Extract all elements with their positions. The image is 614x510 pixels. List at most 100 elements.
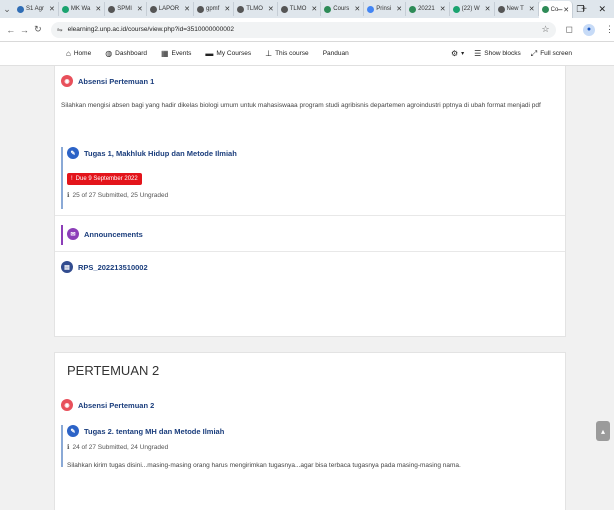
window-controls: – ❐ ✕ (557, 0, 614, 18)
site-info-icon[interactable]: ⇋ (57, 26, 63, 34)
nav-this-course[interactable]: ⊥ This course (265, 49, 309, 58)
tab-favicon-icon (237, 5, 245, 13)
activity-description: Silahkan mengisi absen bagi yang hadir d… (61, 102, 541, 109)
activity-absensi-1: ◉ Absensi Pertemuan 1 Silahkan mengisi ab… (61, 75, 561, 112)
tab-favicon-icon (452, 5, 460, 13)
full-screen-button[interactable]: ⤢ Full screen (531, 49, 572, 59)
tab-label: MK Wa (70, 6, 91, 12)
url-text: elearning2.unp.ac.id/course/view.php?id=… (67, 26, 235, 33)
restore-icon[interactable]: ❐ (576, 4, 584, 15)
tab-favicon-icon (541, 6, 549, 13)
forward-icon[interactable]: → (18, 25, 32, 35)
browser-menu-icon[interactable]: ⋮ (605, 24, 614, 35)
forum-icon: ✉ (67, 228, 79, 240)
nav-events-label: Events (171, 50, 192, 57)
divider (55, 251, 565, 252)
tab-label: New T (506, 6, 524, 12)
due-date-label: Due 9 September 2022 (75, 176, 138, 182)
activity-title-label: RPS_202213510002 (78, 262, 148, 272)
tab-close-icon[interactable]: ✕ (529, 5, 535, 13)
browser-tab[interactable]: 20221 ✕ (406, 2, 450, 16)
activity-title-link[interactable]: ◉ Absensi Pertemuan 2 (61, 399, 561, 411)
browser-tab[interactable]: S1 Agr ✕ (14, 2, 59, 16)
info-icon: ℹ (67, 444, 70, 451)
tab-close-icon[interactable]: ✕ (396, 5, 402, 13)
browser-tab[interactable]: (22) W ✕ (450, 2, 495, 16)
settings-menu[interactable]: ⚙ ▾ (451, 49, 464, 58)
extensions-icon[interactable]: ◻ (566, 24, 573, 35)
profile-avatar[interactable]: ● (583, 23, 595, 36)
browser-tab[interactable]: Cours ✕ (321, 2, 365, 16)
show-blocks-button[interactable]: ☰ Show blocks (474, 49, 521, 58)
sitemap-icon: ⊥ (265, 49, 273, 58)
activity-title-label: Tugas 1, Makhluk Hidup dan Metode Ilmiah (84, 148, 237, 158)
back-icon[interactable]: ← (4, 25, 18, 35)
activity-description: Silahkan kirim tugas disini...masing-mas… (67, 462, 461, 469)
activity-title-label: Absensi Pertemuan 2 (78, 400, 155, 410)
tab-close-icon[interactable]: ✕ (184, 5, 190, 13)
tab-close-icon[interactable]: ✕ (137, 5, 143, 13)
tab-label: 20221 (418, 6, 435, 12)
full-screen-label: Full screen (540, 50, 572, 57)
due-date-badge: ! Due 9 September 2022 (67, 173, 142, 185)
minimize-icon[interactable]: – (557, 4, 562, 14)
browser-tab[interactable]: TLMO ✕ (278, 2, 322, 16)
tab-favicon-icon (497, 5, 505, 13)
browser-tab[interactable]: Prinsi ✕ (364, 2, 407, 16)
tab-favicon-icon (17, 5, 24, 13)
gear-icon: ⚙ (450, 49, 459, 58)
reload-icon[interactable]: ↻ (31, 24, 45, 35)
browser-tab[interactable]: MK Wa ✕ (59, 2, 106, 16)
tab-close-icon[interactable]: ✕ (268, 5, 274, 13)
browser-tab[interactable]: SPMI ✕ (105, 2, 147, 16)
browser-tab-strip: ⌄ S1 Agr ✕ MK Wa ✕ SPMI ✕ LAPOR ✕ gpmf ✕ TLMO ✕ TLMO… (0, 0, 614, 18)
tab-label: TLMO (246, 6, 263, 12)
nav-home[interactable]: ⌂ Home (66, 49, 91, 58)
browser-tab[interactable]: gpmf ✕ (194, 2, 235, 16)
activity-tugas-2: ✎ Tugas 2. tentang MH dan Metode Ilmiah ℹ… (61, 425, 561, 469)
tab-label: LAPOR (158, 6, 180, 12)
close-window-icon[interactable]: ✕ (598, 4, 606, 15)
tab-close-icon[interactable]: ✕ (354, 5, 360, 13)
nav-events[interactable]: ▦ Events (161, 49, 191, 58)
course-section-1: ◉ Absensi Pertemuan 1 Silahkan mengisi ab… (54, 66, 566, 337)
tab-close-icon[interactable]: ✕ (311, 5, 317, 13)
browser-tab[interactable]: New T ✕ (495, 2, 539, 16)
tab-close-icon[interactable]: ✕ (224, 5, 230, 13)
nav-home-label: Home (73, 50, 92, 57)
tab-favicon-icon (149, 5, 157, 13)
tab-label: S1 Agr (26, 6, 45, 12)
nav-dashboard[interactable]: ◍ Dashboard (105, 49, 147, 58)
briefcase-icon: ▬ (205, 49, 214, 58)
tab-list-icon[interactable]: ⌄ (0, 4, 14, 15)
activity-title-link[interactable]: ✎ Tugas 1, Makhluk Hidup dan Metode Ilmia… (67, 147, 561, 159)
browser-tab[interactable]: TLMO ✕ (234, 2, 278, 16)
activity-title-label: Tugas 2. tentang MH dan Metode Ilmiah (84, 426, 225, 436)
activity-title-label: Absensi Pertemuan 1 (78, 76, 155, 86)
tab-close-icon[interactable]: ✕ (95, 5, 101, 13)
activity-tugas-1: ✎ Tugas 1, Makhluk Hidup dan Metode Ilmia… (61, 147, 561, 209)
tab-label: (22) W (461, 6, 480, 12)
scroll-up-button[interactable]: ▴ (596, 421, 610, 441)
calendar-icon: ▦ (160, 49, 169, 58)
file-icon: ▤ (61, 261, 73, 273)
bookmark-star-icon[interactable]: ☆ (541, 24, 549, 35)
tab-favicon-icon (196, 5, 204, 13)
tab-close-icon[interactable]: ✕ (440, 5, 446, 13)
tab-label: TLMO (289, 6, 307, 12)
tab-close-icon[interactable]: ✕ (49, 5, 55, 13)
activity-title-link[interactable]: ▤ RPS_202213510002 (61, 261, 561, 273)
course-content: ◉ Absensi Pertemuan 1 Silahkan mengisi ab… (0, 66, 614, 510)
chevron-up-icon: ▴ (600, 426, 605, 436)
activity-title-link[interactable]: ◉ Absensi Pertemuan 1 (61, 75, 561, 87)
url-bar[interactable]: ⇋ elearning2.unp.ac.id/course/view.php?i… (50, 21, 556, 38)
activity-title-link[interactable]: ✉ Announcements (67, 228, 561, 240)
browser-tab[interactable]: LAPOR ✕ (147, 2, 194, 16)
tab-label: Prinsi (376, 6, 392, 12)
site-navbar: ⌂ Home ◍ Dashboard ▦ Events ▬ My Courses ⊥ Th… (0, 42, 614, 66)
activity-title-link[interactable]: ✎ Tugas 2. tentang MH dan Metode Ilmiah (67, 425, 561, 437)
nav-my-courses[interactable]: ▬ My Courses (205, 49, 251, 58)
attendance-icon: ◉ (61, 399, 73, 411)
nav-panduan[interactable]: Panduan (323, 50, 349, 57)
tab-close-icon[interactable]: ✕ (485, 5, 491, 13)
